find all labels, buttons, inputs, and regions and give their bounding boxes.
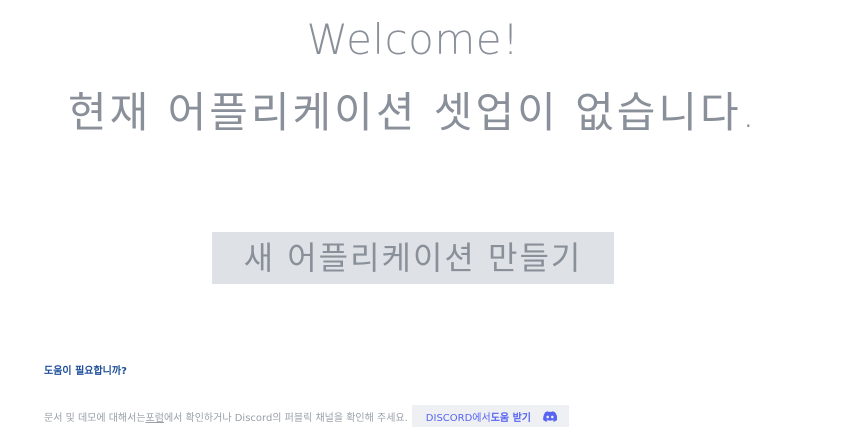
discord-help-button[interactable]: DISCORD에서 도움 받기 — [411, 405, 569, 427]
discord-prefix: DISCORD에서 — [425, 412, 491, 424]
empty-state-page: Welcome! 현재 어플리케이션 셋업이 없습니다. 새 어플리케이션 만들… — [0, 0, 866, 443]
help-row: 문서 및 데모에 대해서는 포럼 에서 확인하거나 Discord의 퍼블릭 채… — [44, 405, 569, 427]
discord-icon — [543, 410, 558, 422]
discord-get-help: 도움 받기 — [490, 412, 531, 424]
help-title: 도움이 필요합니까? — [44, 366, 127, 377]
welcome-heading: Welcome! — [306, 15, 520, 64]
forum-link[interactable]: 포럼 — [146, 409, 164, 424]
help-text-before: 문서 및 데모에 대해서는 — [44, 412, 146, 424]
create-app-button[interactable]: 새 어플리케이션 만들기 — [212, 232, 614, 284]
no-app-message: 현재 어플리케이션 셋업이 없습니다. — [67, 88, 758, 137]
help-text-after: 에서 확인하거나 Discord의 퍼블릭 채널을 확인해 주세요. — [163, 412, 408, 424]
